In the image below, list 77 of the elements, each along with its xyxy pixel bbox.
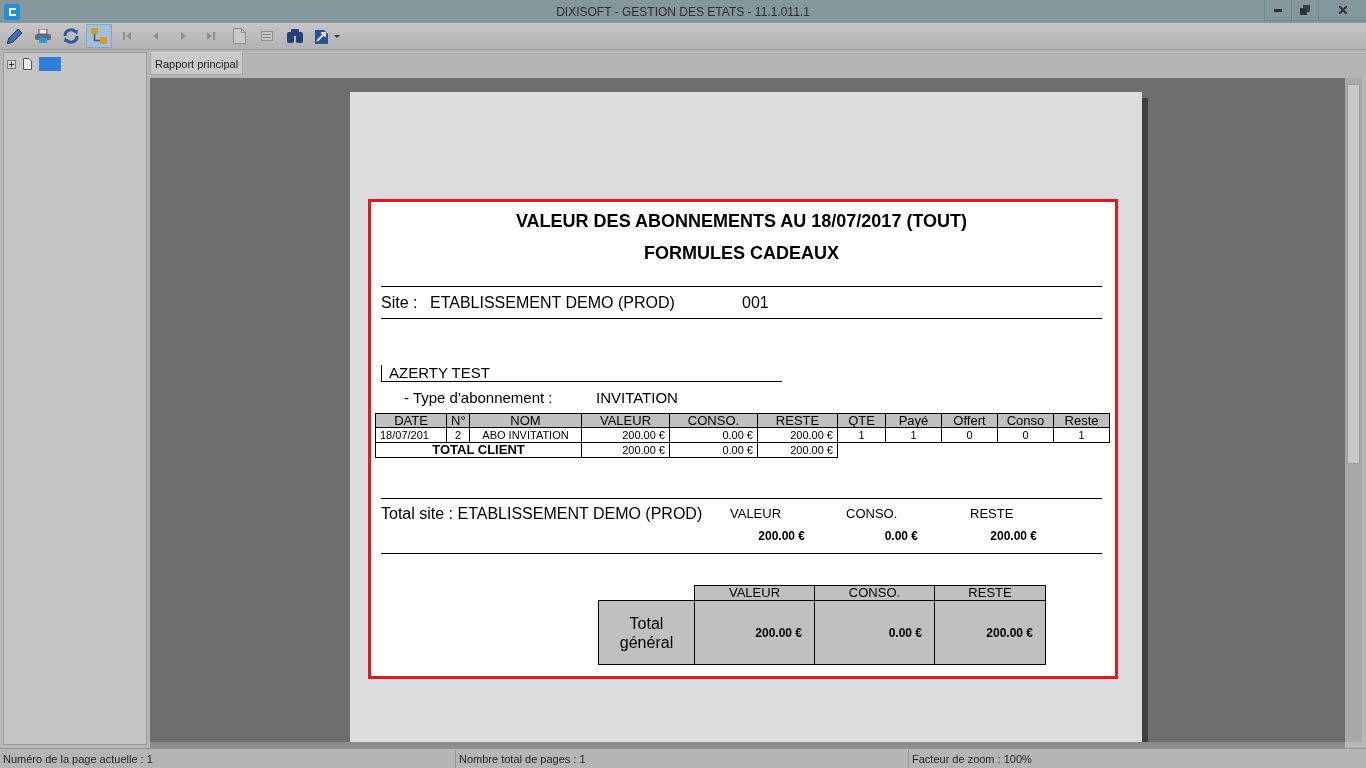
table-cell: 0.00 € — [669, 427, 758, 443]
total-label: TOTAL CLIENT — [375, 442, 582, 458]
column-header: CONSO. — [669, 413, 758, 428]
previous-icon — [152, 32, 158, 40]
column-header: VALEUR — [730, 505, 782, 523]
column-header: DATE — [375, 413, 447, 428]
table-cell: 1 — [1053, 427, 1110, 443]
subscription-type-label: - Type d'abonnement : — [404, 390, 553, 406]
export-icon — [315, 28, 331, 44]
table-cell: 0.00 € — [669, 442, 758, 458]
expand-icon[interactable] — [7, 59, 16, 69]
table-cell: 200.00 € — [757, 427, 838, 443]
total-value: 200.00 € — [758, 528, 805, 544]
restore-button[interactable] — [1291, 0, 1318, 21]
column-header: NOM — [469, 413, 582, 428]
subscription-type-value: INVITATION — [596, 390, 678, 406]
table-cell: 2 — [446, 427, 470, 443]
status-text: Nombre total de pages : 1 — [455, 749, 908, 768]
table-cell: 200.00 € — [581, 442, 670, 458]
column-header: VALEUR — [694, 585, 815, 601]
restore-icon — [1300, 5, 1310, 15]
total-value: 200.00 € — [990, 528, 1037, 544]
column-header: RESTE — [934, 585, 1046, 601]
site-total-label: Total site : ETABLISSEMENT DEMO (PROD) — [381, 504, 703, 524]
close-icon — [1338, 6, 1347, 14]
table-cell: ABO INVITATION — [469, 427, 582, 443]
table-cell: 1 — [885, 427, 942, 443]
column-header: Offert — [941, 413, 998, 428]
status-text: Facteur de zoom : 100% — [908, 749, 1366, 768]
minimize-button[interactable] — [1264, 0, 1291, 21]
caret-icon — [334, 34, 340, 38]
site-code: 001 — [742, 293, 769, 312]
binoculars-icon — [287, 29, 303, 43]
grand-total-value: 200.00 € — [934, 600, 1046, 665]
report-title: VALEUR DES ABONNEMENTS AU 18/07/2017 (TOUT) — [514, 210, 969, 233]
horizontal-scrollbar[interactable] — [150, 742, 1345, 748]
column-header: VALEUR — [581, 413, 670, 428]
client-name: AZERTY TEST — [381, 365, 782, 382]
report-subtitle: FORMULES CADEAUX — [643, 242, 840, 265]
column-header: Conso — [997, 413, 1054, 428]
grand-total-label: Total général — [598, 600, 695, 665]
document-icon — [23, 58, 32, 70]
app-icon — [4, 3, 20, 20]
grand-total-value: 0.00 € — [814, 600, 935, 665]
refresh-icon — [63, 28, 79, 44]
table-cell: 0 — [941, 427, 998, 443]
scrollbar-thumb[interactable] — [1347, 84, 1360, 464]
pencil-icon — [7, 28, 23, 44]
table-cell: 18/07/201 — [375, 427, 447, 443]
column-header: RESTE — [970, 505, 1014, 523]
printer-icon — [35, 29, 51, 43]
list-icon — [261, 31, 273, 41]
column-header: CONSO. — [814, 585, 935, 601]
document-icon — [232, 28, 246, 44]
column-header: Reste — [1053, 413, 1110, 428]
vertical-scrollbar[interactable] — [1345, 78, 1362, 742]
site-name: ETABLISSEMENT DEMO (PROD) — [430, 293, 675, 312]
tree-icon — [91, 28, 107, 44]
tab[interactable]: Rapport principal — [150, 52, 244, 75]
close-button[interactable] — [1318, 0, 1366, 21]
grand-total-value: 200.00 € — [694, 600, 815, 665]
next-icon — [180, 32, 186, 40]
column-header: N° — [446, 413, 470, 428]
status-text: Numéro de la page actuelle : 1 — [2, 751, 154, 767]
site-label: Site : — [381, 293, 418, 312]
table-cell: 200.00 € — [581, 427, 670, 443]
table-cell: 1 — [837, 427, 886, 443]
minimize-icon — [1274, 8, 1282, 12]
table-cell: 0 — [997, 427, 1054, 443]
first-page-icon — [123, 32, 131, 40]
total-value: 0.00 € — [884, 528, 918, 544]
column-header: RESTE — [757, 413, 838, 428]
window-title: DIXISOFT - GESTION DES ETATS - 11.1.011.1 — [556, 4, 810, 19]
tree-item[interactable] — [39, 57, 61, 71]
table-cell: 200.00 € — [757, 442, 838, 458]
last-page-icon — [207, 32, 215, 40]
column-header: CONSO. — [846, 505, 898, 523]
